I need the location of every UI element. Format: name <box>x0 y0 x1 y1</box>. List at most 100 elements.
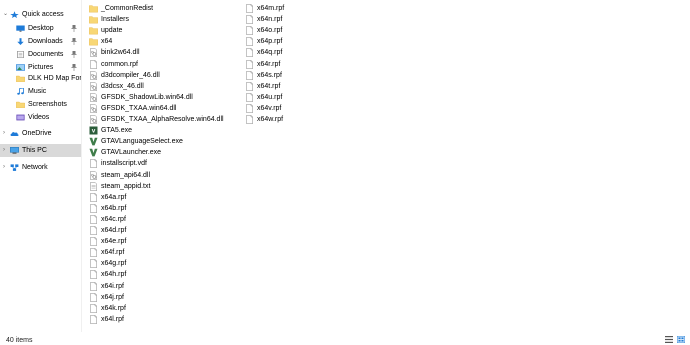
folder-icon <box>16 75 25 82</box>
file-name: installscript.vdf <box>101 160 147 168</box>
sidebar-item-screenshots[interactable]: Screenshots <box>0 98 81 111</box>
file-list: _CommonRedist Installers update x64 bink2w64… <box>82 0 690 332</box>
dll-file-icon <box>90 115 97 124</box>
file-item[interactable]: x64h.rpf <box>89 269 126 280</box>
file-item[interactable]: x64i.rpf <box>89 281 124 292</box>
file-item[interactable]: x64e.rpf <box>89 236 126 247</box>
file-name: d3dcsx_46.dll <box>101 82 144 90</box>
dll-file-icon <box>90 81 97 91</box>
file-item[interactable]: d3dcsx_46.dll <box>89 81 144 92</box>
file-icon <box>90 214 97 224</box>
file-icon <box>246 115 253 124</box>
file-item[interactable]: x64m.rpf <box>245 3 284 14</box>
file-name: GFSDK_TXAA_AlphaResolve.win64.dll <box>101 116 224 123</box>
file-item[interactable]: GFSDK_ShadowLib.win64.dll <box>89 92 193 103</box>
file-icon <box>246 59 253 69</box>
file-item[interactable]: x64c.rpf <box>89 214 126 225</box>
folder-item[interactable]: _CommonRedist <box>89 3 153 14</box>
pictures-icon <box>16 64 25 71</box>
file-icon <box>90 281 97 291</box>
file-icon <box>90 237 97 247</box>
file-item[interactable]: x64n.rpf <box>245 14 282 25</box>
sidebar-item-dlk-hd-map-for[interactable]: DLK HD Map For <box>0 72 82 85</box>
sidebar-item-videos[interactable]: Videos <box>0 111 81 124</box>
folder-item[interactable]: x64 <box>89 36 112 47</box>
file-name: GTA5.exe <box>101 127 132 135</box>
file-item[interactable]: d3dcompiler_46.dll <box>89 70 160 81</box>
file-name: d3dcompiler_46.dll <box>101 71 160 79</box>
file-item[interactable]: installscript.vdf <box>89 158 147 169</box>
file-item[interactable]: x64r.rpf <box>245 59 280 70</box>
folder-item[interactable]: Installers <box>89 14 129 25</box>
chevron-right-icon[interactable]: › <box>3 164 5 171</box>
file-item[interactable]: common.rpf <box>89 59 138 70</box>
file-name: x64u.rpf <box>257 93 283 101</box>
chevron-down-icon[interactable]: ⌄ <box>3 11 8 18</box>
file-icon <box>90 292 97 302</box>
file-item[interactable]: x64g.rpf <box>89 258 126 269</box>
file-name: GTAVLauncher.exe <box>101 149 162 157</box>
file-name: x64s.rpf <box>257 71 282 79</box>
file-item[interactable]: x64q.rpf <box>245 47 282 58</box>
file-icon <box>90 59 97 69</box>
sidebar-item-documents[interactable]: Documents <box>0 48 81 61</box>
sidebar-item-downloads[interactable]: Downloads <box>0 35 81 48</box>
sidebar-item-this-pc[interactable]: › This PC <box>0 144 81 157</box>
music-icon <box>17 88 24 95</box>
file-item[interactable]: x64k.rpf <box>89 303 126 314</box>
pin-icon <box>71 51 77 58</box>
file-item[interactable]: x64u.rpf <box>245 92 282 103</box>
file-item[interactable]: x64b.rpf <box>89 203 126 214</box>
file-icon <box>246 92 253 102</box>
file-item[interactable]: steam_api64.dll <box>89 170 150 181</box>
file-name: x64f.rpf <box>101 249 125 257</box>
file-item[interactable]: GFSDK_TXAA.win64.dll <box>89 103 176 114</box>
file-item[interactable]: V GTA5.exe <box>89 125 132 136</box>
file-name: x64c.rpf <box>101 215 126 223</box>
file-item[interactable]: GTAVLauncher.exe <box>89 147 161 158</box>
file-item[interactable]: bink2w64.dll <box>89 47 140 58</box>
file-icon <box>90 303 97 313</box>
file-item[interactable]: GTAVLanguageSelect.exe <box>89 136 183 147</box>
sidebar-item-label: Videos <box>28 114 50 121</box>
sidebar-item-network[interactable]: › Network <box>0 161 81 174</box>
sidebar-item-quick-access[interactable]: ⌄ Quick access <box>0 8 81 21</box>
file-item[interactable]: steam_appid.txt <box>89 181 150 192</box>
file-item[interactable]: x64t.rpf <box>245 81 280 92</box>
folder-icon <box>16 101 25 108</box>
details-view-icon[interactable] <box>665 336 673 343</box>
file-item[interactable]: x64v.rpf <box>245 103 281 114</box>
large-icons-view-icon[interactable] <box>677 336 685 343</box>
file-item[interactable]: x64p.rpf <box>245 36 282 47</box>
sidebar-item-label: This PC <box>22 147 47 154</box>
file-name: x64g.rpf <box>101 260 127 268</box>
file-item[interactable]: x64a.rpf <box>89 192 126 203</box>
file-icon <box>90 248 97 258</box>
dll-file-icon <box>90 48 97 58</box>
file-item[interactable]: x64j.rpf <box>89 292 124 303</box>
file-item[interactable]: x64l.rpf <box>89 314 124 325</box>
sidebar-item-onedrive[interactable]: › OneDrive <box>0 127 81 140</box>
file-icon <box>90 314 97 324</box>
file-name: _CommonRedist <box>101 5 154 12</box>
file-icon <box>246 15 253 25</box>
file-item[interactable]: x64w.rpf <box>245 114 283 125</box>
folder-icon <box>89 38 98 46</box>
file-item[interactable]: GFSDK_TXAA_AlphaResolve.win64.dll <box>89 114 224 125</box>
file-name: x64l.rpf <box>101 315 124 323</box>
gtav-app-icon <box>89 137 98 146</box>
file-item[interactable]: x64s.rpf <box>245 70 282 81</box>
pin-icon <box>71 64 77 71</box>
file-item[interactable]: x64d.rpf <box>89 225 126 236</box>
sidebar-item-music[interactable]: Music <box>0 85 81 98</box>
svg-text:V: V <box>92 128 96 134</box>
file-item[interactable]: x64f.rpf <box>89 247 124 258</box>
folder-item[interactable]: update <box>89 25 122 36</box>
chevron-right-icon[interactable]: › <box>3 130 5 137</box>
pin-icon <box>71 38 77 45</box>
file-item[interactable]: x64o.rpf <box>245 25 282 36</box>
file-name: x64k.rpf <box>101 304 126 312</box>
sidebar-item-desktop[interactable]: Desktop <box>0 22 81 35</box>
chevron-right-icon[interactable]: › <box>3 147 5 154</box>
file-name: x64p.rpf <box>257 38 283 46</box>
